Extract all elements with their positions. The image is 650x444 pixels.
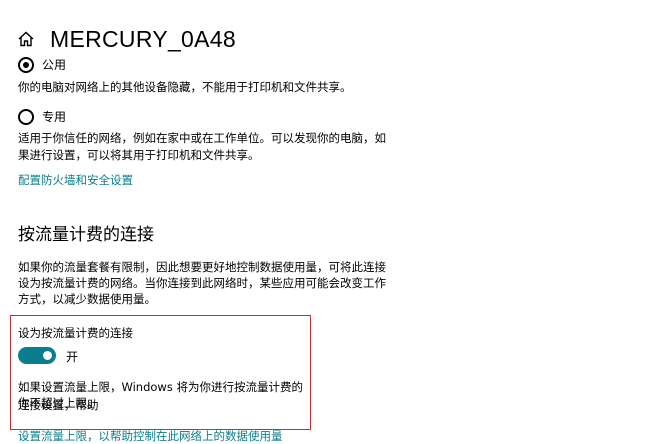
home-icon[interactable]: [16, 29, 36, 49]
private-description-line2: 果进行设置，可以将其用于打印机和文件共享。: [18, 148, 260, 162]
radio-private-indicator[interactable]: [18, 108, 34, 125]
data-limit-link[interactable]: 设置流量上限，以帮助控制在此网络上的数据使用量: [18, 428, 283, 444]
private-description-line1: 适用于你信任的网络，例如在家中或在工作单位。可以发现你的电脑，如: [18, 131, 386, 145]
radio-public-indicator[interactable]: [18, 56, 34, 73]
radio-private[interactable]: 专用: [18, 108, 66, 125]
metered-description-line3: 方式，以减少数据使用量。: [18, 292, 156, 306]
metered-toggle-switch[interactable]: [18, 347, 56, 364]
radio-private-label: 专用: [42, 110, 67, 124]
metered-section-heading: 按流量计费的连接: [18, 225, 154, 245]
radio-public[interactable]: 公用: [18, 56, 66, 73]
metered-toggle-label: 设为按流量计费的连接: [18, 326, 133, 340]
public-description: 你的电脑对网络上的其他设备隐藏，不能用于打印机和文件共享。: [18, 80, 352, 94]
metered-toggle-state: 开: [66, 350, 79, 364]
page-title: MERCURY_0A48: [50, 25, 236, 52]
toggle-knob: [43, 351, 52, 360]
firewall-settings-link[interactable]: 配置防火墙和安全设置: [18, 172, 133, 188]
metered-note-line2: 你不超过上限。: [18, 396, 99, 410]
radio-public-label: 公用: [42, 58, 67, 72]
page-header: MERCURY_0A48: [16, 24, 236, 54]
